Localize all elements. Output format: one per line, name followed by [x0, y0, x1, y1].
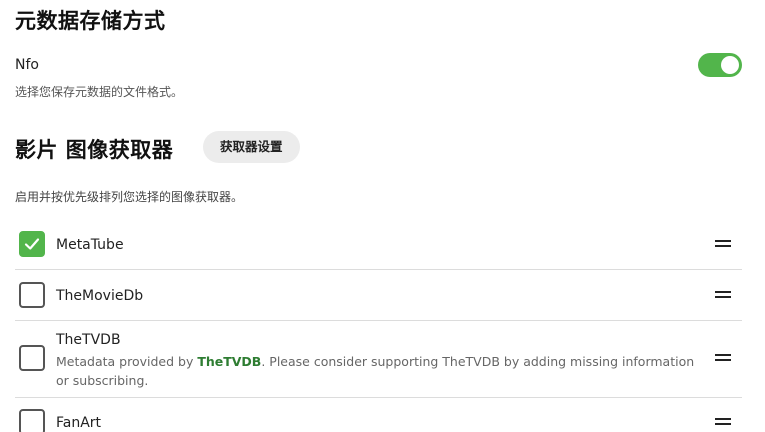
thetvdb-link[interactable]: TheTVDB [197, 354, 261, 369]
toggle-knob [721, 56, 739, 74]
metadata-storage-title: 元数据存储方式 [15, 9, 166, 33]
image-fetchers-title: 影片 图像获取器 [15, 138, 174, 162]
image-fetchers-description: 启用并按优先级排列您选择的图像获取器。 [15, 190, 244, 204]
fetcher-checkbox-thetvdb[interactable] [19, 345, 45, 371]
fetcher-row-metatube: MetaTube [15, 219, 742, 270]
drag-handle-icon[interactable] [715, 240, 731, 247]
fetcher-name: TheTVDB [56, 332, 121, 348]
fetcher-name: FanArt [56, 415, 102, 431]
fetcher-settings-button[interactable]: 获取器设置 [203, 131, 300, 163]
fetcher-row-fanart: FanArt [15, 398, 742, 432]
metadata-storage-description: 选择您保存元数据的文件格式。 [15, 85, 184, 99]
check-icon [24, 238, 40, 250]
fetcher-note-prefix: Metadata provided by [56, 354, 198, 369]
fetcher-row-themoviedb: TheMovieDb [15, 270, 742, 321]
fetcher-checkbox-metatube[interactable] [19, 231, 45, 257]
fetcher-note: Metadata provided by TheTVDB. Please con… [56, 352, 706, 390]
drag-handle-icon[interactable] [715, 418, 731, 425]
fetcher-checkbox-fanart[interactable] [19, 409, 45, 432]
fetcher-checkbox-themoviedb[interactable] [19, 282, 45, 308]
nfo-toggle[interactable] [698, 53, 742, 77]
fetcher-name: MetaTube [56, 237, 124, 253]
fetcher-name: TheMovieDb [56, 288, 144, 304]
drag-handle-icon[interactable] [715, 354, 731, 361]
fetcher-row-thetvdb: TheTVDB Metadata provided by TheTVDB. Pl… [15, 321, 742, 398]
drag-handle-icon[interactable] [715, 291, 731, 298]
nfo-label: Nfo [15, 57, 39, 73]
